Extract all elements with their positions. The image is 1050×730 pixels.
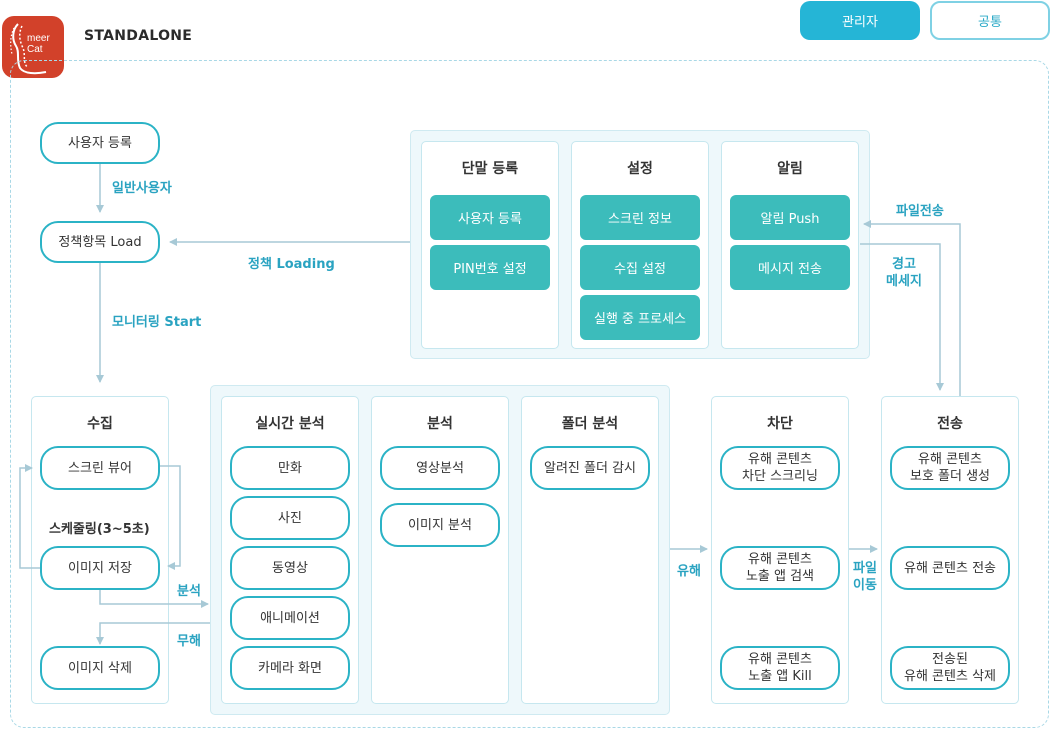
exposed-app-kill-node: 유해 콘텐츠 노출 앱 Kill: [720, 646, 840, 690]
label-file-move: 파일 이동: [853, 561, 877, 593]
terminal-user-register-button[interactable]: 사용자 등록: [430, 195, 550, 240]
harmful-content-transfer-node: 유해 콘텐츠 전송: [890, 546, 1010, 590]
exposed-app-search-node: 유해 콘텐츠 노출 앱 검색: [720, 546, 840, 590]
realtime-analysis-title: 실시간 분석: [255, 416, 325, 432]
folder-analysis-panel: 폴더 분석: [521, 396, 659, 704]
policy-load-node: 정책항목 Load: [40, 221, 160, 263]
analysis-title: 분석: [427, 416, 453, 432]
collect-setting-button[interactable]: 수집 설정: [580, 245, 700, 290]
running-process-button[interactable]: 실행 중 프로세스: [580, 295, 700, 340]
comic-node: 만화: [230, 446, 350, 490]
photo-node: 사진: [230, 496, 350, 540]
collect-title: 수집: [87, 416, 113, 432]
video-node: 동영상: [230, 546, 350, 590]
block-screening-node: 유해 콘텐츠 차단 스크리닝: [720, 446, 840, 490]
label-monitoring-start: 모니터링 Start: [112, 315, 202, 330]
label-harmless-branch: 무해: [177, 634, 201, 649]
label-file-transfer: 파일전송: [896, 204, 944, 219]
label-general-user: 일반사용자: [112, 181, 172, 196]
logo-text-meer: meer: [27, 33, 50, 44]
analysis-panel: 분석: [371, 396, 509, 704]
screen-info-button[interactable]: 스크린 정보: [580, 195, 700, 240]
message-send-button[interactable]: 메시지 전송: [730, 245, 850, 290]
label-scheduling: 스케줄링(3~5초): [49, 522, 150, 537]
logo-text-cat: Cat: [27, 44, 43, 55]
transferred-content-delete-node: 전송된 유해 콘텐츠 삭제: [890, 646, 1010, 690]
label-policy-loading: 정책 Loading: [248, 257, 335, 272]
pin-setting-button[interactable]: PIN번호 설정: [430, 245, 550, 290]
image-analysis-node: 이미지 분석: [380, 503, 500, 547]
label-harmful: 유해: [677, 564, 701, 579]
settings-title: 설정: [627, 161, 653, 177]
alert-push-button[interactable]: 알림 Push: [730, 195, 850, 240]
video-analysis-node: 영상분석: [380, 446, 500, 490]
camera-screen-node: 카메라 화면: [230, 646, 350, 690]
block-title: 차단: [767, 416, 793, 432]
image-save-node: 이미지 저장: [40, 546, 160, 590]
screen-viewer-node: 스크린 뷰어: [40, 446, 160, 490]
app-title: STANDALONE: [84, 28, 193, 44]
tab-common[interactable]: 공통: [930, 1, 1050, 40]
image-delete-node: 이미지 삭제: [40, 646, 160, 690]
tab-admin[interactable]: 관리자: [800, 1, 920, 40]
terminal-register-title: 단말 등록: [461, 161, 519, 177]
user-register-node: 사용자 등록: [40, 122, 160, 164]
folder-analysis-title: 폴더 분석: [561, 416, 619, 432]
label-analysis-branch: 분석: [177, 584, 201, 599]
transfer-title: 전송: [937, 416, 963, 432]
protect-folder-create-node: 유해 콘텐츠 보호 폴더 생성: [890, 446, 1010, 490]
label-warning-message: 경고 메세지: [886, 257, 922, 289]
animation-node: 애니메이션: [230, 596, 350, 640]
alert-title: 알림: [777, 161, 803, 177]
known-folder-watch-node: 알려진 폴더 감시: [530, 446, 650, 490]
